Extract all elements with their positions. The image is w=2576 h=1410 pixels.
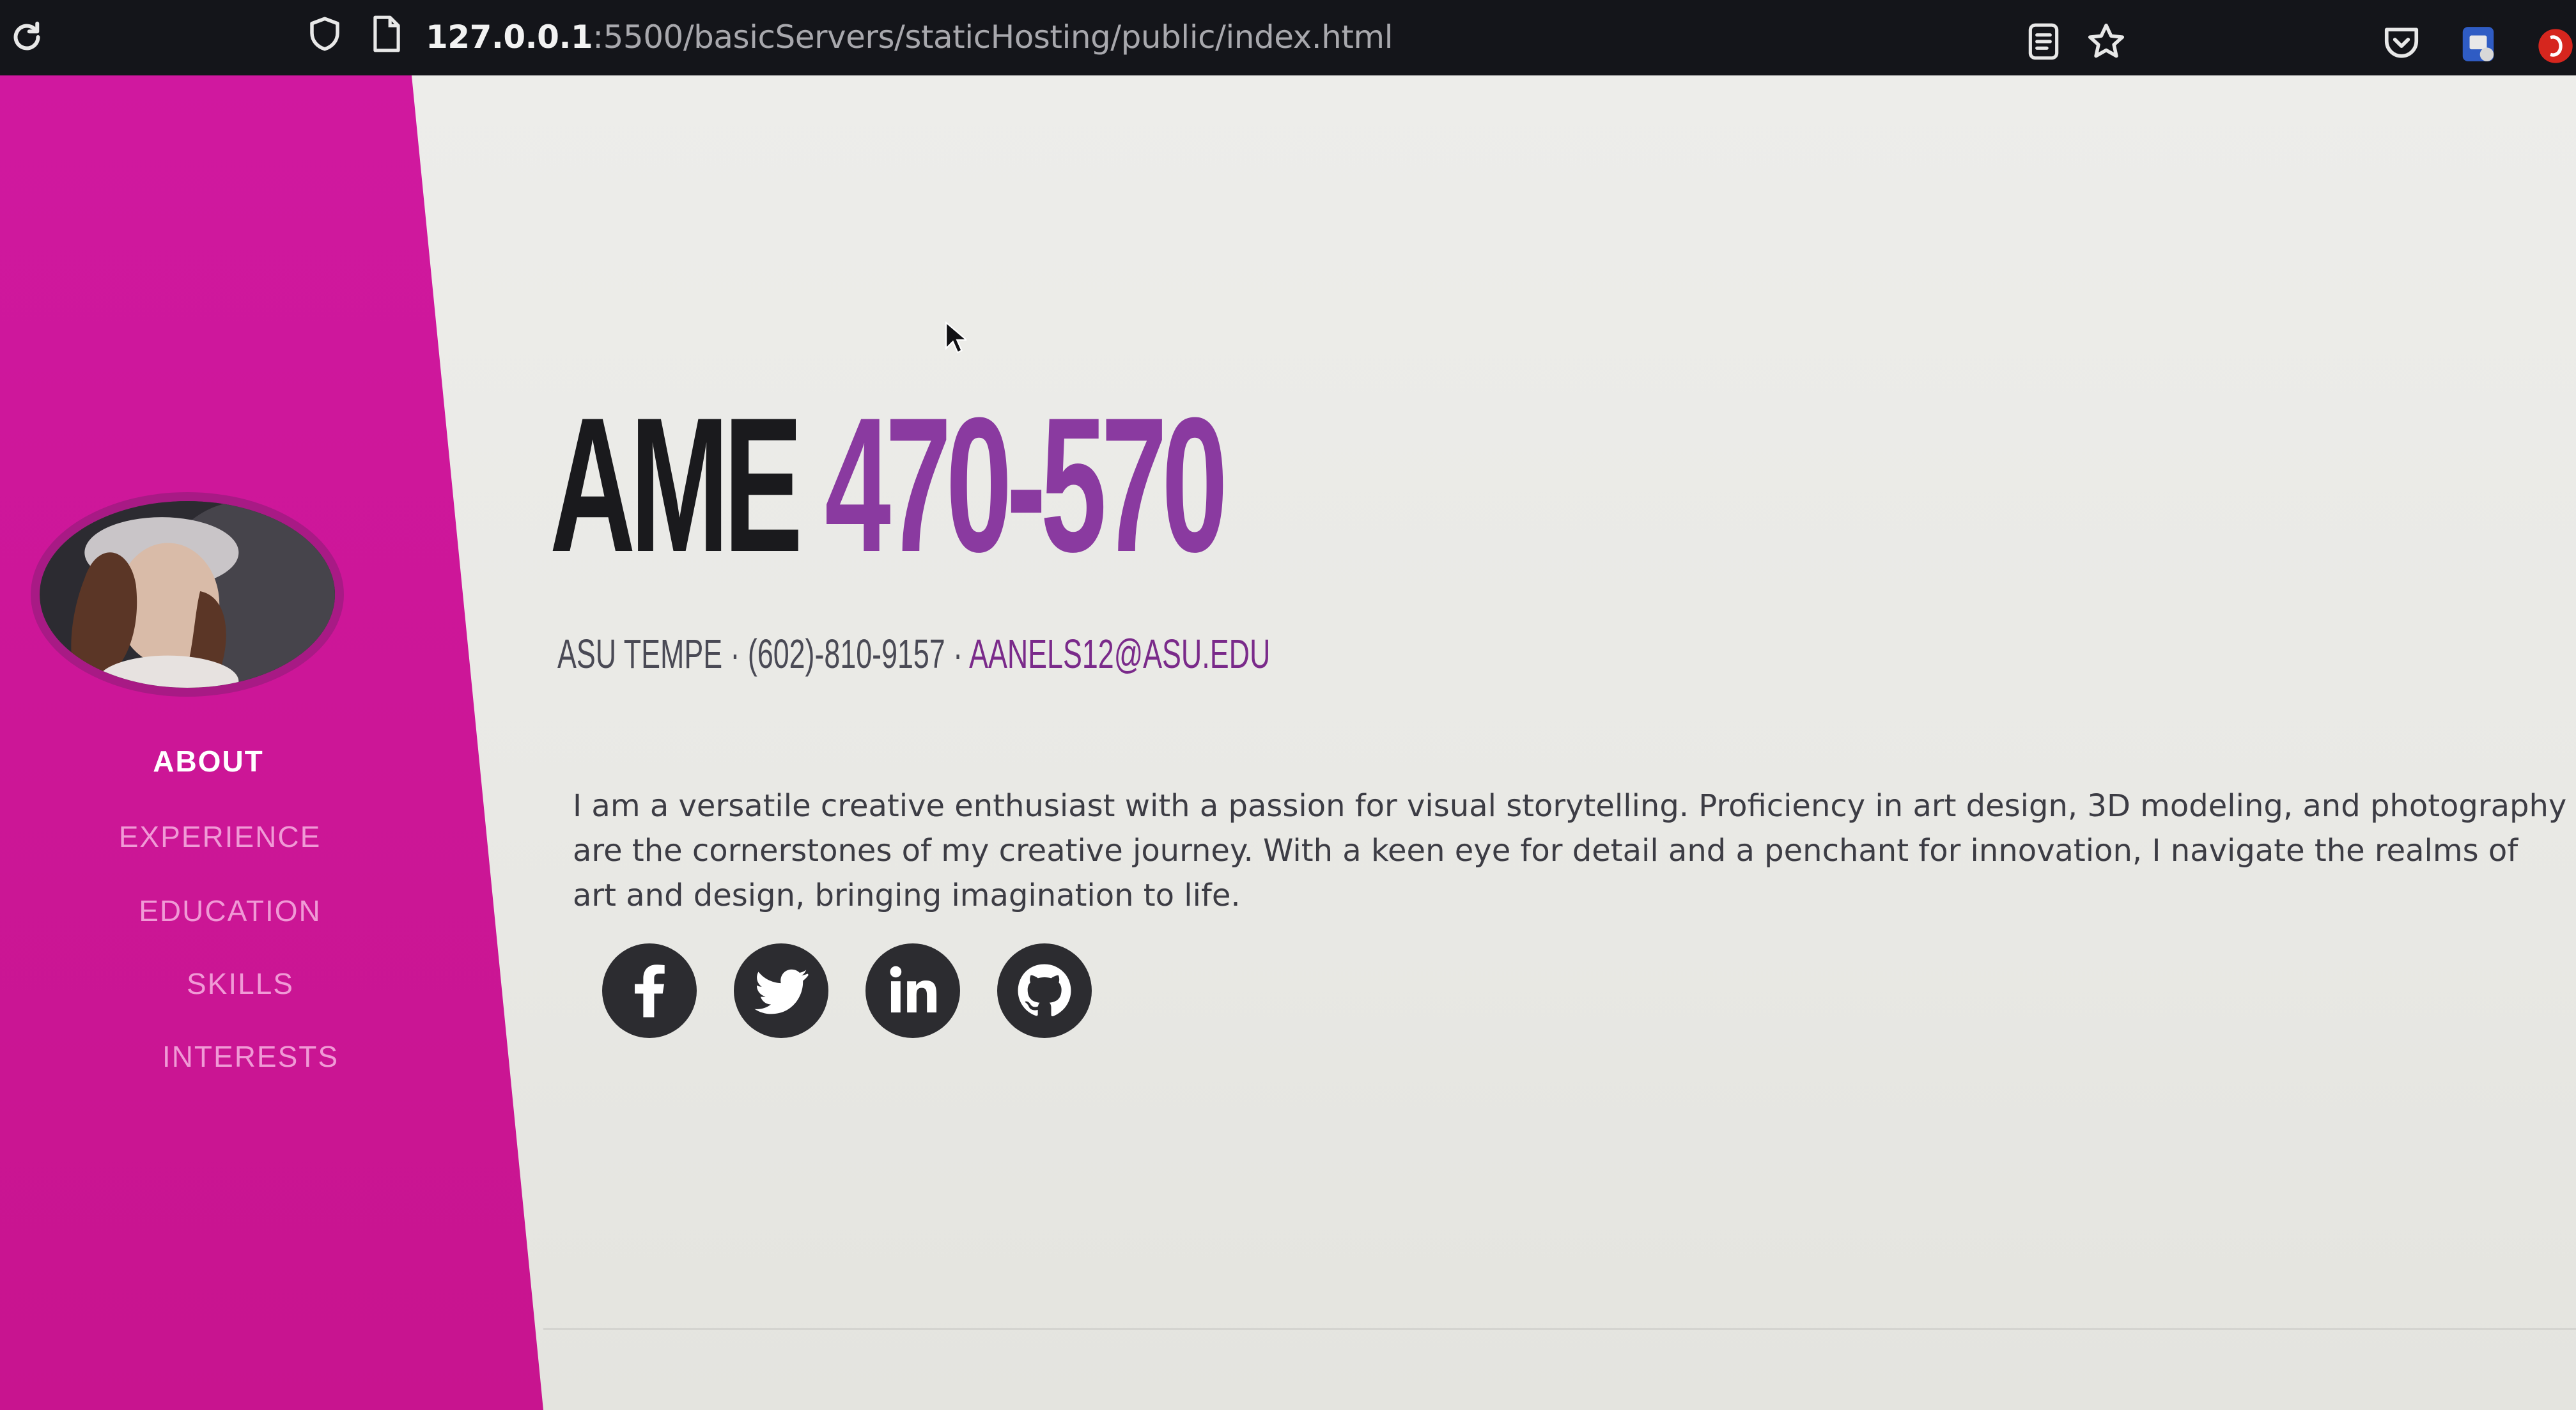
nav-about[interactable]: ABOUT [74, 744, 343, 779]
twitter-icon[interactable] [734, 943, 828, 1038]
nav-education[interactable]: EDUCATION [96, 894, 364, 928]
contact-info: ASU TEMPE · (602)-810-9157 · [557, 631, 970, 677]
nav-interests[interactable]: INTERESTS [116, 1039, 385, 1074]
url-host: 127.0.0.1 [426, 19, 593, 56]
browser-toolbar: 127.0.0.1:5500/basicServers/staticHostin… [0, 0, 2576, 75]
profile-icon[interactable] [2535, 26, 2576, 66]
url-bar[interactable]: 127.0.0.1:5500/basicServers/staticHostin… [426, 12, 1393, 63]
divider [543, 1328, 2576, 1330]
pocket-icon[interactable] [2382, 24, 2421, 61]
reader-view-icon[interactable] [2025, 22, 2062, 61]
shield-icon[interactable] [306, 14, 344, 54]
email-link[interactable]: AANELS12@ASU.EDU [969, 631, 1270, 677]
title-first: AME [550, 377, 803, 592]
page-title: AME 470-570 [550, 376, 1228, 593]
extension-icon[interactable] [2457, 22, 2499, 66]
avatar-photo [40, 501, 335, 688]
linkedin-icon[interactable] [865, 943, 960, 1038]
sidebar [0, 75, 543, 1410]
mouse-cursor-icon [945, 321, 966, 354]
title-last: 470-570 [825, 377, 1228, 592]
nav-experience[interactable]: EXPERIENCE [86, 819, 354, 854]
nav-skills[interactable]: SKILLS [106, 966, 375, 1001]
facebook-icon[interactable] [602, 943, 697, 1038]
bio-paragraph: I am a versatile creative enthusiast wit… [573, 788, 2567, 913]
github-icon[interactable] [997, 943, 1092, 1038]
page-icon [369, 14, 404, 54]
bookmark-star-icon[interactable] [2085, 20, 2127, 63]
subheading: ASU TEMPE · (602)-810-9157 · AANELS12@AS… [557, 625, 1270, 683]
url-path: :5500/basicServers/staticHosting/public/… [593, 19, 1393, 56]
avatar [31, 492, 344, 697]
page-content: ABOUT EXPERIENCE EDUCATION SKILLS INTERE… [0, 75, 2576, 1410]
reload-icon[interactable] [8, 18, 46, 56]
